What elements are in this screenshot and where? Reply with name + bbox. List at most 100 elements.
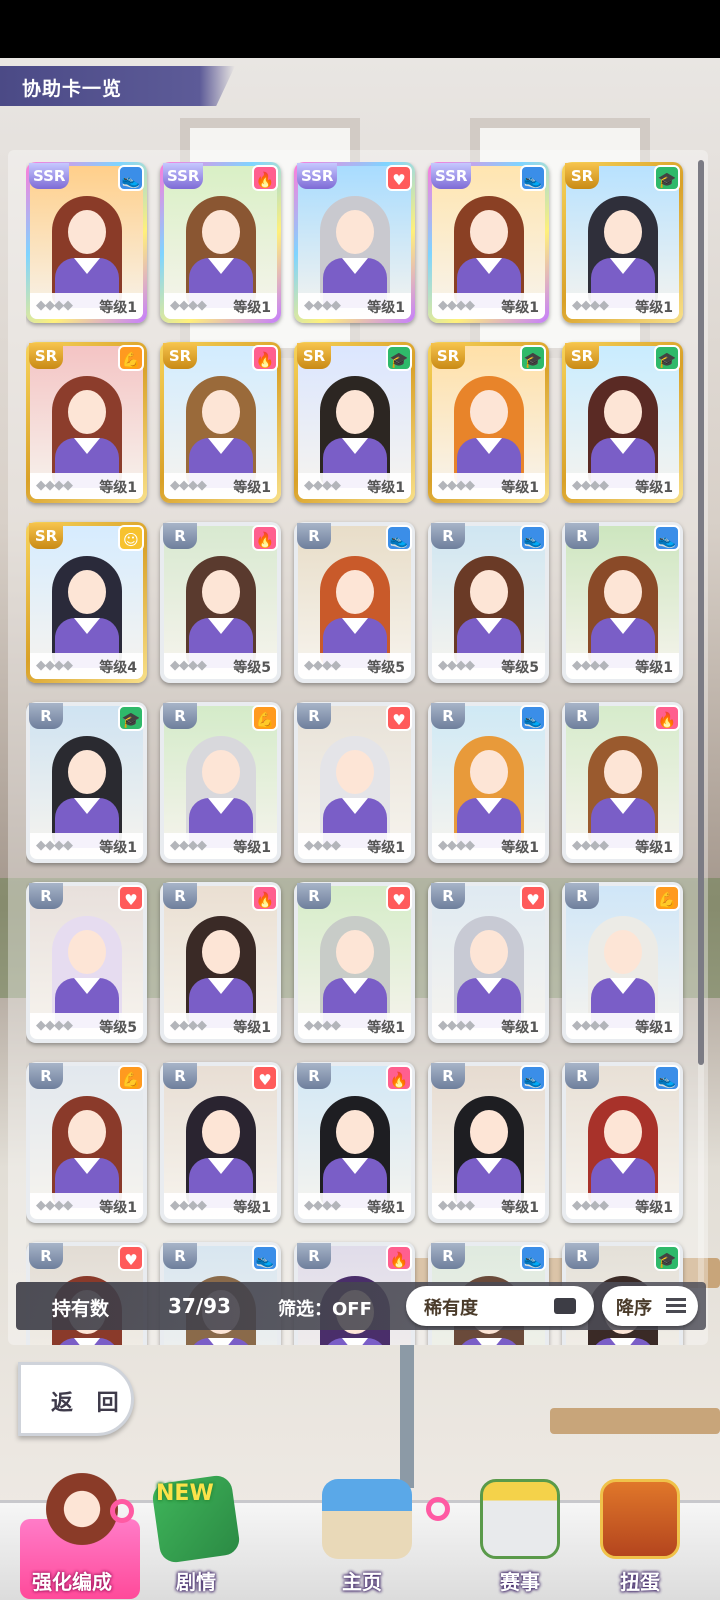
flame-icon: 🔥 [252, 165, 278, 191]
nav-gacha[interactable]: 扭蛋 [580, 1479, 700, 1600]
nav-gacha-label: 扭蛋 [620, 1570, 660, 1594]
heart-icon: ♥ [386, 705, 412, 731]
support-card[interactable]: SSR 🔥 ◆◆◆◆ 等级1 [160, 162, 281, 323]
support-card[interactable]: R ♥ ◆◆◆◆ 等级5 [26, 882, 147, 1043]
support-card[interactable]: R 💪 ◆◆◆◆ 等级1 [160, 702, 281, 863]
limit-break-diamonds-icon: ◆◆◆◆ [36, 1018, 73, 1033]
nav-enhance[interactable]: 强化编成 [12, 1473, 140, 1600]
arm-icon: 💪 [118, 1065, 144, 1091]
support-card[interactable]: SR 🎓 ◆◆◆◆ 等级1 [562, 342, 683, 503]
support-card[interactable]: R 👟 ◆◆◆◆ 等级1 [428, 1062, 549, 1223]
sort-key-label: 稀有度 [424, 1298, 478, 1319]
rarity-badge: R [565, 883, 599, 909]
sort-order-button[interactable]: 降序 [602, 1286, 698, 1326]
heart-icon: ♥ [118, 1245, 144, 1271]
limit-break-diamonds-icon: ◆◆◆◆ [572, 1198, 609, 1213]
limit-break-diamonds-icon: ◆◆◆◆ [304, 1198, 341, 1213]
card-level: 等级1 [501, 1200, 539, 1216]
shoe-icon: 👟 [252, 1245, 278, 1271]
card-stack-icon [554, 1298, 576, 1314]
card-level: 等级1 [99, 1200, 137, 1216]
card-footer: ◆◆◆◆ 等级5 [432, 653, 545, 679]
support-card[interactable]: R 🎓 ◆◆◆◆ 等级1 [26, 702, 147, 863]
shoe-icon: 👟 [118, 165, 144, 191]
support-card[interactable]: R 👟 ◆◆◆◆ 等级1 [562, 1062, 683, 1223]
sort-key-button[interactable]: 稀有度 [406, 1286, 594, 1326]
support-card[interactable]: SR 🔥 ◆◆◆◆ 等级1 [160, 342, 281, 503]
support-card[interactable]: R 👟 ◆◆◆◆ 等级5 [294, 522, 415, 683]
support-card[interactable]: R ♥ ◆◆◆◆ 等级1 [428, 882, 549, 1043]
nav-home[interactable]: 主页 [292, 1479, 450, 1600]
support-card[interactable]: R 👟 ◆◆◆◆ 等级1 [562, 522, 683, 683]
card-footer: ◆◆◆◆ 等级4 [30, 653, 143, 679]
limit-break-diamonds-icon: ◆◆◆◆ [170, 1018, 207, 1033]
nav-race[interactable]: 赛事 [460, 1479, 580, 1600]
owned-count-value: 37/93 [168, 1294, 231, 1318]
scrollbar-thumb[interactable] [698, 160, 704, 1065]
support-card[interactable]: SR 🎓 ◆◆◆◆ 等级1 [428, 342, 549, 503]
support-card[interactable]: SR 💪 ◆◆◆◆ 等级1 [26, 342, 147, 503]
card-level: 等级1 [635, 1020, 673, 1036]
limit-break-diamonds-icon: ◆◆◆◆ [304, 1018, 341, 1033]
limit-break-diamonds-icon: ◆◆◆◆ [572, 838, 609, 853]
rarity-badge: R [163, 883, 197, 909]
card-level: 等级5 [367, 660, 405, 676]
limit-break-diamonds-icon: ◆◆◆◆ [304, 478, 341, 493]
support-card[interactable]: R ♥ ◆◆◆◆ 等级1 [294, 702, 415, 863]
shoe-icon: 👟 [520, 1065, 546, 1091]
support-card[interactable]: R 👟 ◆◆◆◆ 等级1 [428, 702, 549, 863]
rarity-badge: SSR [29, 163, 70, 189]
card-footer: ◆◆◆◆ 等级5 [298, 653, 411, 679]
card-level: 等级5 [501, 660, 539, 676]
support-card[interactable]: SR ☺ ◆◆◆◆ 等级4 [26, 522, 147, 683]
background-desk [550, 1408, 720, 1434]
limit-break-diamonds-icon: ◆◆◆◆ [572, 478, 609, 493]
card-level: 等级1 [635, 480, 673, 496]
filter-button[interactable]: 筛选：OFF [278, 1295, 372, 1321]
limit-break-diamonds-icon: ◆◆◆◆ [572, 298, 609, 313]
limit-break-diamonds-icon: ◆◆◆◆ [36, 658, 73, 673]
card-level: 等级1 [501, 480, 539, 496]
card-footer: ◆◆◆◆ 等级1 [164, 293, 277, 319]
card-level: 等级1 [635, 840, 673, 856]
scrollbar[interactable] [698, 160, 704, 1330]
mortarboard-icon: 🎓 [654, 165, 680, 191]
card-footer: ◆◆◆◆ 等级1 [298, 833, 411, 859]
card-level: 等级1 [635, 300, 673, 316]
limit-break-diamonds-icon: ◆◆◆◆ [438, 1018, 475, 1033]
support-card[interactable]: R 🔥 ◆◆◆◆ 等级1 [562, 702, 683, 863]
card-footer: ◆◆◆◆ 等级1 [298, 1013, 411, 1039]
page-title: 协助卡一览 [22, 78, 123, 100]
status-bar [0, 0, 720, 58]
card-level: 等级1 [501, 300, 539, 316]
card-level: 等级1 [233, 300, 271, 316]
support-card[interactable]: R 🔥 ◆◆◆◆ 等级1 [160, 882, 281, 1043]
flame-icon: 🔥 [386, 1065, 412, 1091]
support-card[interactable]: R 👟 ◆◆◆◆ 等级5 [428, 522, 549, 683]
back-button[interactable]: 返 回 [18, 1362, 134, 1436]
support-card[interactable]: R ♥ ◆◆◆◆ 等级1 [160, 1062, 281, 1223]
support-card[interactable]: SR 🎓 ◆◆◆◆ 等级1 [294, 342, 415, 503]
support-card[interactable]: SSR ♥ ◆◆◆◆ 等级1 [294, 162, 415, 323]
rarity-badge: SR [163, 343, 197, 369]
rarity-badge: R [163, 1243, 197, 1269]
page-header: 协助卡一览 [0, 66, 235, 106]
limit-break-diamonds-icon: ◆◆◆◆ [170, 478, 207, 493]
rarity-badge: R [431, 883, 465, 909]
support-card[interactable]: R 💪 ◆◆◆◆ 等级1 [26, 1062, 147, 1223]
limit-break-diamonds-icon: ◆◆◆◆ [438, 298, 475, 313]
support-card[interactable]: R 💪 ◆◆◆◆ 等级1 [562, 882, 683, 1043]
support-card[interactable]: R 🔥 ◆◆◆◆ 等级5 [160, 522, 281, 683]
support-card[interactable]: R 🔥 ◆◆◆◆ 等级1 [294, 1062, 415, 1223]
support-card[interactable]: SSR 👟 ◆◆◆◆ 等级1 [428, 162, 549, 323]
support-card[interactable]: R ♥ ◆◆◆◆ 等级1 [294, 882, 415, 1043]
notification-ring-icon [426, 1497, 450, 1521]
card-footer: ◆◆◆◆ 等级1 [164, 1013, 277, 1039]
card-level: 等级1 [233, 480, 271, 496]
heart-icon: ♥ [386, 165, 412, 191]
card-footer: ◆◆◆◆ 等级1 [298, 473, 411, 499]
support-card[interactable]: SSR 👟 ◆◆◆◆ 等级1 [26, 162, 147, 323]
nav-story[interactable]: NEW 剧情 [136, 1473, 256, 1600]
limit-break-diamonds-icon: ◆◆◆◆ [36, 1198, 73, 1213]
support-card[interactable]: SR 🎓 ◆◆◆◆ 等级1 [562, 162, 683, 323]
